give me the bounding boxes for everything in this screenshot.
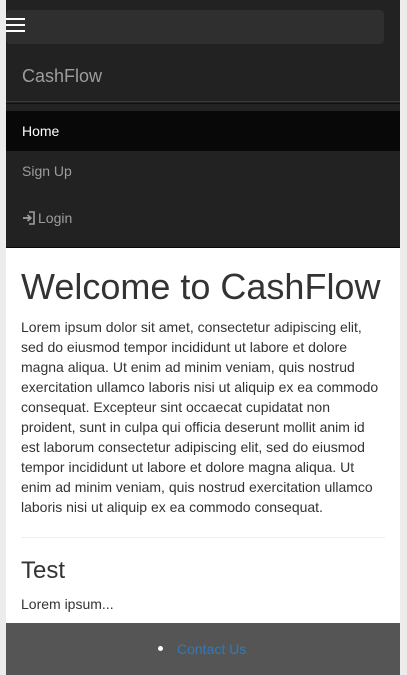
footer-list-item: Contact Us (158, 640, 246, 658)
nav-item-home[interactable]: Home (6, 111, 400, 151)
intro-paragraph: Lorem ipsum dolor sit amet, consectetur … (21, 319, 379, 515)
nav-item-login[interactable]: Login (6, 198, 400, 238)
brand-logo[interactable]: CashFlow (22, 66, 102, 87)
navbar: CashFlow Home Sign Up Login (6, 0, 400, 248)
nav-item-label: Sign Up (22, 163, 72, 179)
footer: Contact Us (6, 623, 400, 675)
hamburger-menu-icon[interactable] (6, 18, 26, 36)
main-content: Welcome to CashFlow Lorem ipsum dolor si… (21, 247, 385, 614)
section-divider (21, 537, 385, 538)
navbar-divider-shadow (6, 103, 400, 104)
nav-item-sign-up[interactable]: Sign Up (6, 151, 400, 191)
page-frame: CashFlow Home Sign Up Login Welcome to C… (6, 0, 400, 675)
navbar-toggle[interactable] (6, 10, 384, 44)
nav-item-label: Home (22, 123, 60, 139)
nav-item-label: Login (38, 210, 73, 226)
bullet-icon (158, 646, 163, 651)
contact-us-link[interactable]: Contact Us (177, 641, 246, 657)
page-title: Welcome to CashFlow (21, 266, 381, 307)
login-icon (23, 211, 35, 225)
navbar-divider (6, 101, 400, 102)
section-title: Test (21, 557, 66, 584)
section-text: Lorem ipsum... (21, 596, 114, 612)
footer-links: Contact Us (158, 640, 246, 658)
